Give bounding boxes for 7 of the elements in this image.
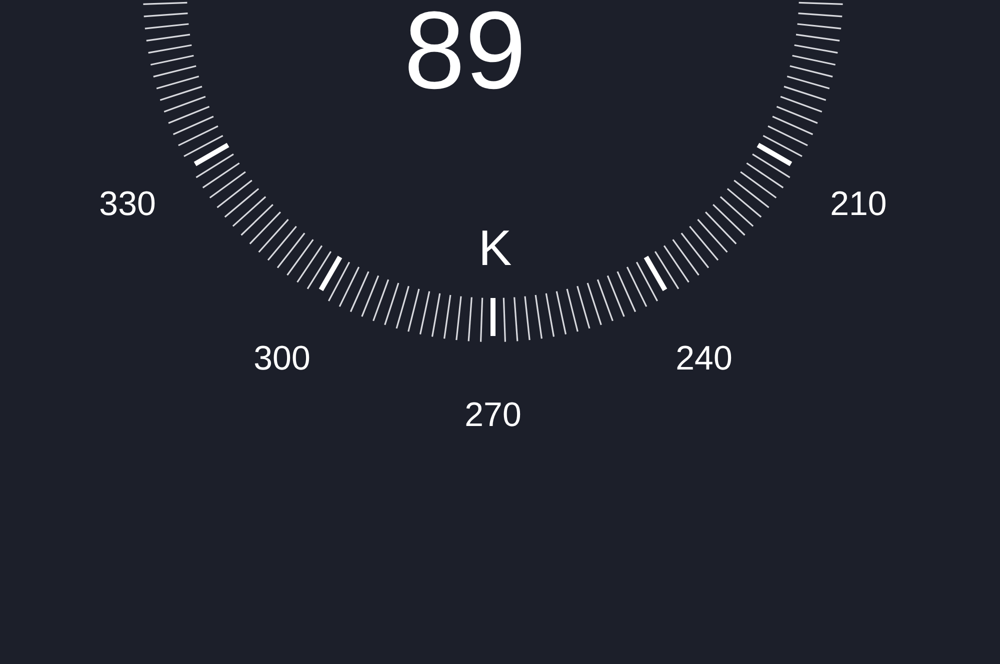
cardinal-letter: K xyxy=(478,220,512,276)
heading-readout: 89 xyxy=(404,0,526,112)
degree-label: 270 xyxy=(464,396,522,434)
degree-label: 330 xyxy=(99,185,156,223)
degree-label: 240 xyxy=(676,339,732,378)
degree-label: 300 xyxy=(254,339,310,378)
degree-label: 210 xyxy=(830,185,887,223)
